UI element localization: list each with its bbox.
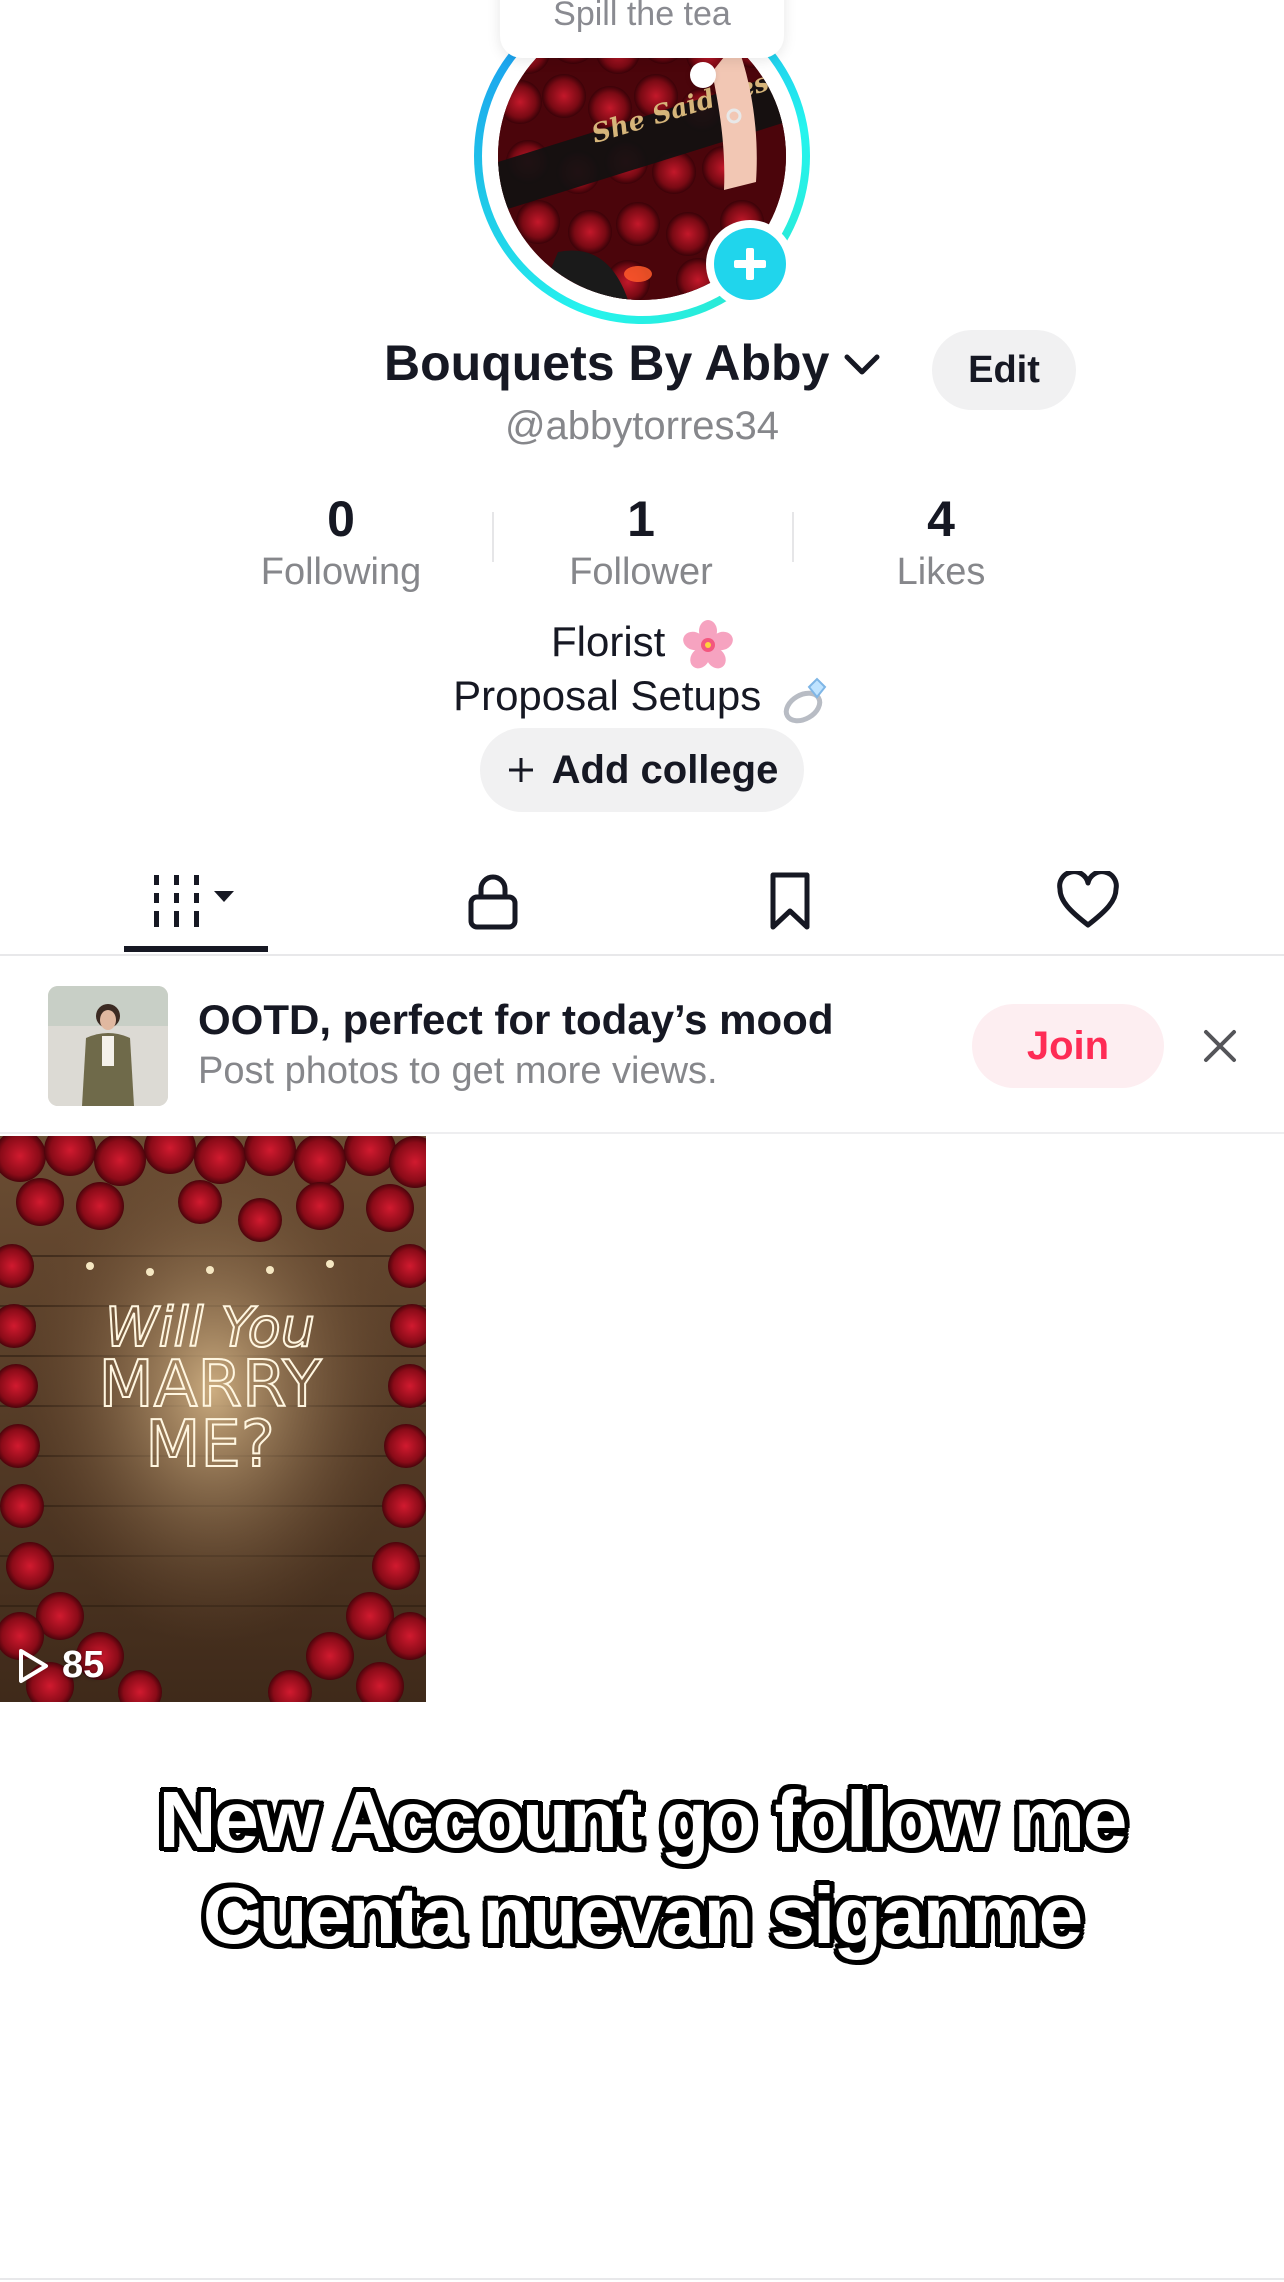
add-college-label: Add college <box>551 747 779 792</box>
video-view-count: 85 <box>16 1644 104 1687</box>
join-button[interactable]: Join <box>972 1004 1164 1088</box>
bookmark-icon <box>770 872 810 930</box>
neon-line-3: ME? <box>145 1408 275 1482</box>
overlay-caption: New Account go follow me Cuenta nuevan s… <box>0 1772 1284 1964</box>
close-icon <box>1204 1030 1236 1062</box>
promo-subtitle: Post photos to get more views. <box>198 1050 718 1092</box>
lock-icon <box>468 874 518 930</box>
add-college-button[interactable]: Add college <box>480 728 804 812</box>
plus-icon <box>508 758 533 782</box>
bio-line-2: Proposal Setups <box>0 670 1284 725</box>
promo-title: OOTD, perfect for today’s mood <box>198 996 834 1043</box>
grid-icon <box>154 875 234 927</box>
bio-line-1: Florist <box>0 616 1284 670</box>
tab-videos[interactable] <box>116 848 276 954</box>
caption-line-2: Cuenta nuevan siganme <box>202 1871 1083 1960</box>
promo-thumbnail <box>48 986 168 1106</box>
following-count: 0 <box>327 491 355 547</box>
display-name[interactable]: Bouquets By Abby <box>384 334 829 392</box>
tab-favorites[interactable] <box>710 848 870 954</box>
cherry-blossom-icon <box>683 619 733 669</box>
play-icon <box>19 1648 48 1683</box>
stat-likes[interactable]: 4 Likes <box>791 488 1091 594</box>
profile-page: She Said Yes Spill the tea Bouquets By A… <box>0 0 1284 2282</box>
stat-following[interactable]: 0 Following <box>191 488 491 594</box>
likes-label: Likes <box>896 551 986 593</box>
likes-count: 4 <box>927 491 955 547</box>
username-handle: @abbytorres34 <box>504 404 780 448</box>
close-promo-button[interactable] <box>1196 1022 1244 1070</box>
video-preview-image: Will You MARRY ME? <box>0 1136 426 1702</box>
active-tab-indicator <box>124 946 268 952</box>
following-label: Following <box>260 551 422 593</box>
profile-tabs <box>0 848 1284 956</box>
bubble-tail <box>690 62 716 88</box>
profile-stats: 0 Following 1 Follower 4 Likes <box>0 488 1284 598</box>
ring-icon <box>783 677 827 724</box>
stat-followers[interactable]: 1 Follower <box>491 488 791 594</box>
tab-private[interactable] <box>413 848 573 954</box>
follower-count: 1 <box>627 491 655 547</box>
story-note-text: Spill the tea <box>553 0 731 33</box>
add-story-button[interactable] <box>706 220 794 308</box>
follower-label: Follower <box>569 551 713 593</box>
caption-line-1: New Account go follow me <box>158 1775 1128 1864</box>
video-thumbnail[interactable]: Will You MARRY ME? <box>0 1136 426 1702</box>
bio: Florist Proposal Setups <box>0 616 1284 725</box>
bottom-divider <box>0 2278 1284 2280</box>
promo-banner[interactable]: OOTD, perfect for today’s mood Post phot… <box>0 958 1284 1134</box>
plus-icon <box>734 248 766 280</box>
tab-liked[interactable] <box>1008 848 1168 954</box>
chevron-down-icon[interactable] <box>842 348 882 382</box>
heart-icon <box>1057 871 1119 928</box>
profile-name-row: Bouquets By Abby Edit <box>0 330 1284 410</box>
edit-profile-button[interactable]: Edit <box>932 330 1076 410</box>
story-note-bubble[interactable]: Spill the tea <box>500 0 784 58</box>
view-count-number: 85 <box>62 1644 105 1686</box>
